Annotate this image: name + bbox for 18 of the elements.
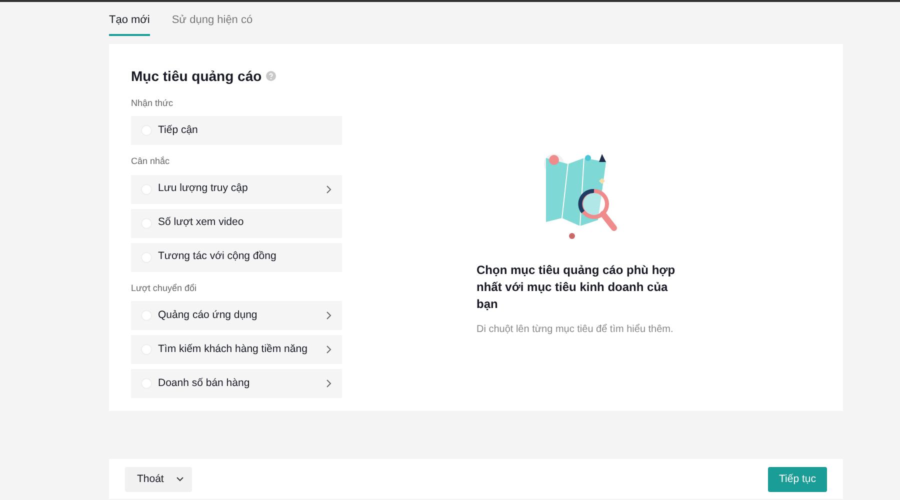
exit-button[interactable]: Thoát xyxy=(125,466,192,492)
hint-text: Di chuột lên từng mục tiêu để tìm hiểu thêm. xyxy=(476,322,674,337)
objective-option[interactable]: Tương tác với cộng đồng xyxy=(131,242,342,272)
objective-option[interactable]: Doanh số bán hàng xyxy=(131,369,342,398)
caret-icon xyxy=(176,476,184,482)
empty-state-title: Chọn mục tiêu quảng cáo phù hợp nhất với mục tiêu kinh doanh của bạn xyxy=(476,262,676,314)
section-title: Mục tiêu quảng cáo xyxy=(131,66,262,86)
objective-option[interactable]: Số lượt xem video xyxy=(131,208,342,238)
group-heading: Cân nhắc xyxy=(131,155,171,168)
help-icon[interactable] xyxy=(266,71,276,81)
group-heading: Nhận thức xyxy=(131,96,174,110)
tab[interactable]: Tạo mới xyxy=(109,12,150,36)
objective-option[interactable]: Quảng cáo ứng dụng xyxy=(131,301,342,330)
objective-option[interactable]: Tiếp cận xyxy=(131,116,342,145)
tab[interactable]: Sử dụng hiện có xyxy=(172,12,253,36)
group-heading: Lượt chuyển đổi xyxy=(131,282,198,295)
objective-option[interactable]: Tìm kiếm khách hàng tiềm năng xyxy=(131,335,342,364)
objective-option[interactable]: Lưu lượng truy cập xyxy=(131,174,342,204)
